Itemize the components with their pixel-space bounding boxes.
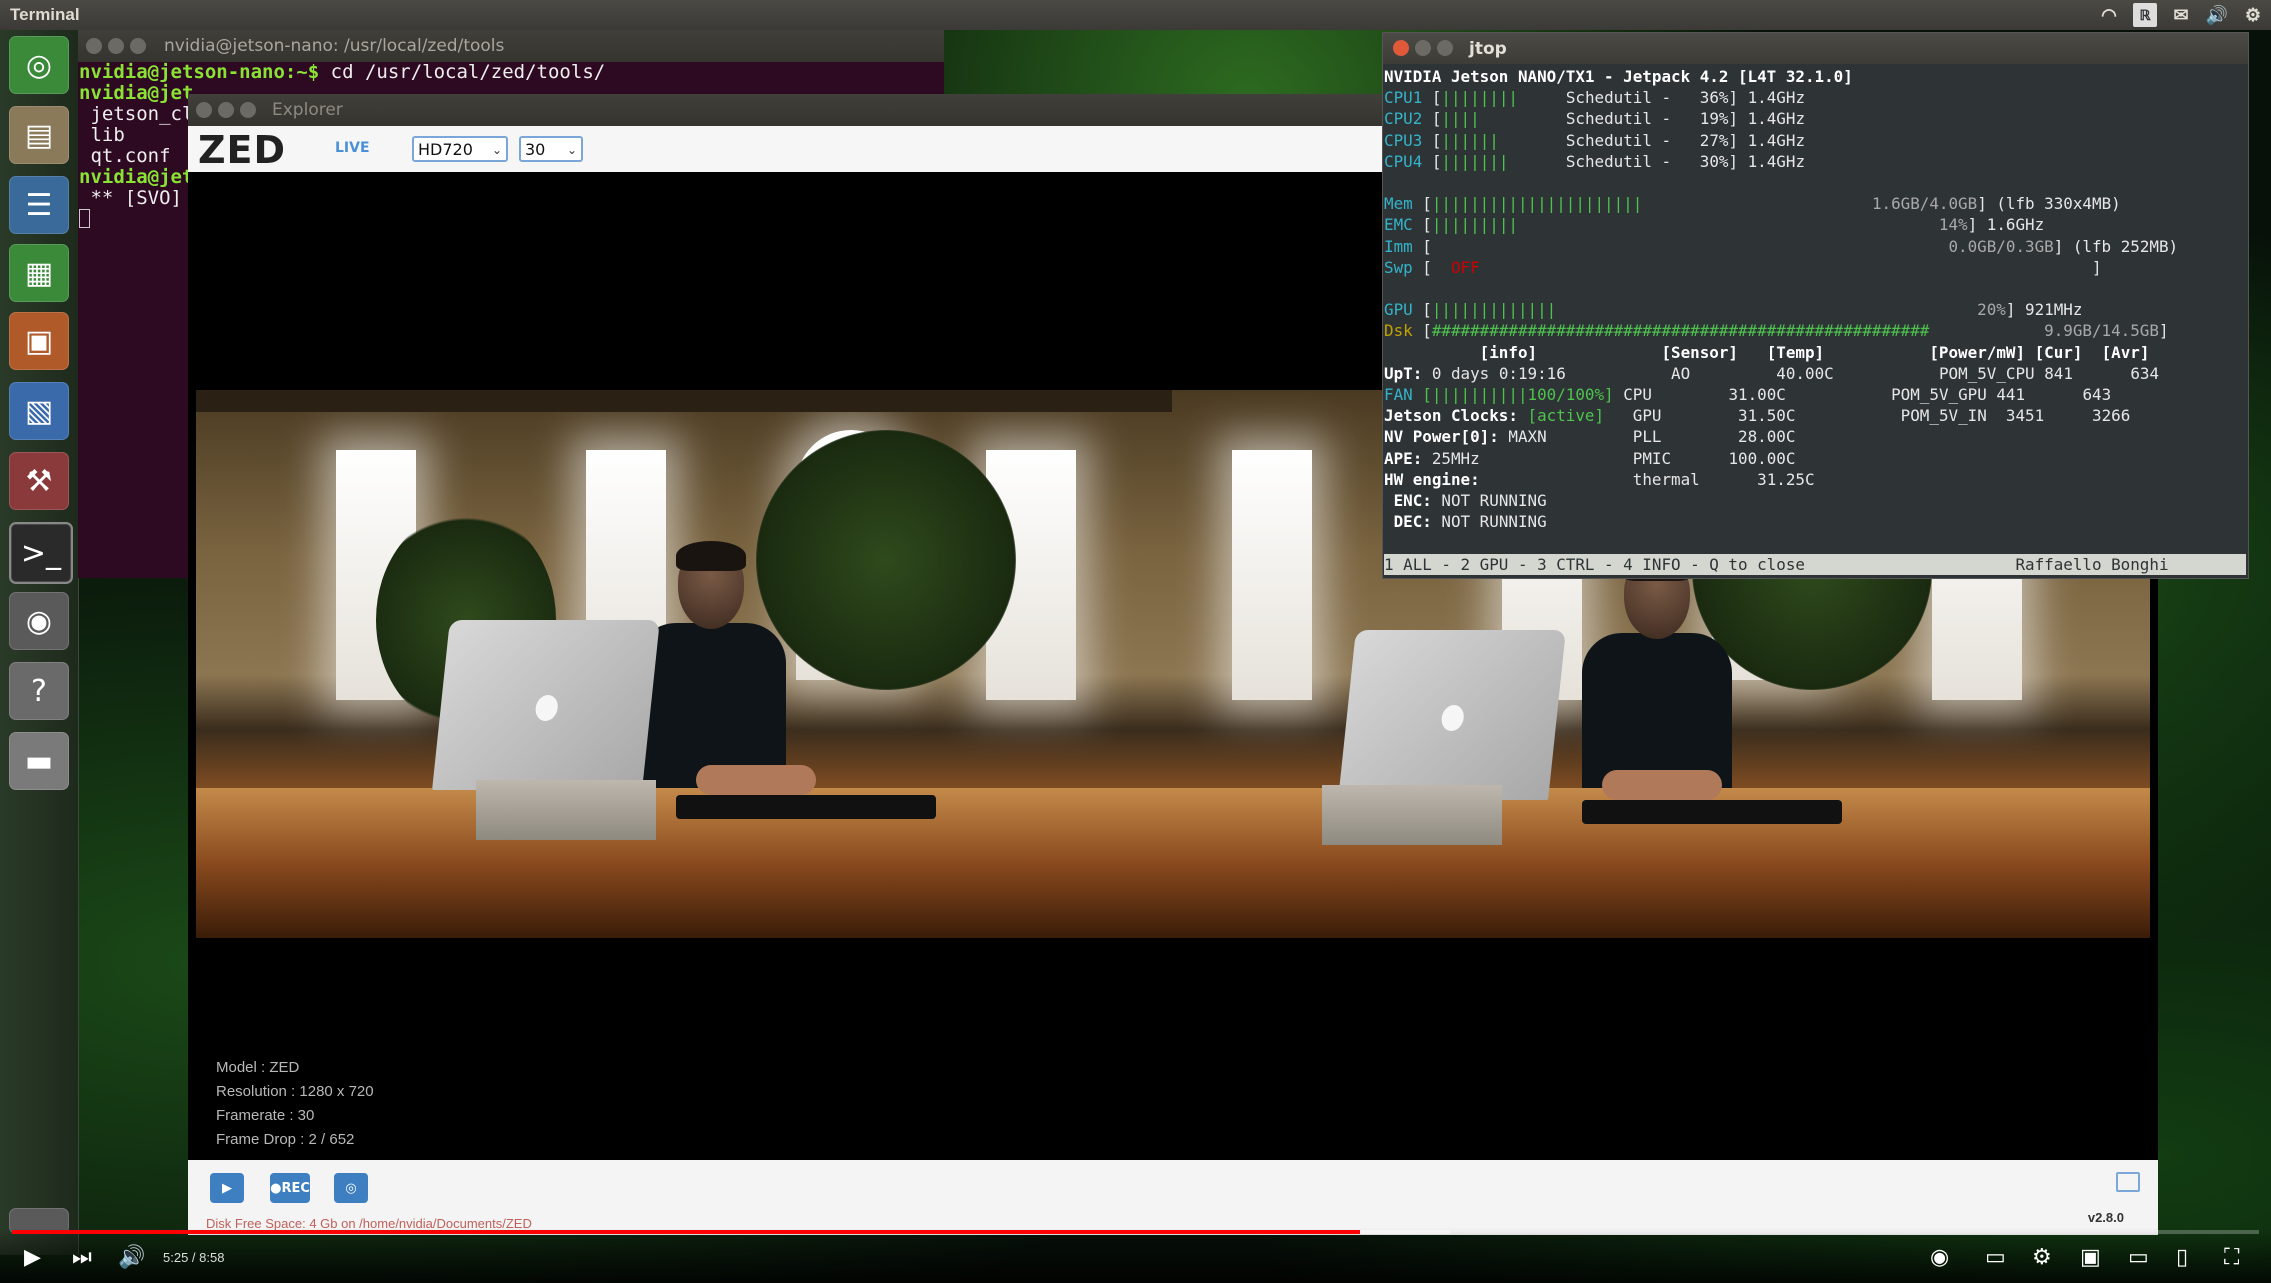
drive-icon[interactable]: ▬ <box>9 732 69 790</box>
info-row: ENC: NOT RUNNING <box>1384 491 1547 511</box>
terminal-icon[interactable]: >_ <box>9 522 73 584</box>
camera-info-overlay: Model : ZED Resolution : 1280 x 720 Fram… <box>216 1056 374 1152</box>
cpu-row: CPU1 [|||||||| Schedutil - 36%] 1.4GHz <box>1384 88 1806 108</box>
autoplay-toggle-icon[interactable]: ◉ <box>1930 1246 1949 1270</box>
system-tray: ◠ ℝ ✉ 🔊 ⚙ <box>2097 3 2265 27</box>
emc-row: EMC [||||||||| 14%] 1.6GHz <box>1384 215 2045 235</box>
software-center-icon[interactable]: ▧ <box>9 382 69 440</box>
terminal-titlebar[interactable]: nvidia@jetson-nano: /usr/local/zed/tools <box>78 30 944 62</box>
theater-mode-icon[interactable]: ▭ <box>2128 1246 2149 1270</box>
open-svo-button[interactable]: ▶ <box>210 1173 244 1203</box>
info-row: FAN [||||||||||100/100%] CPU 31.00C POM_… <box>1384 385 2112 405</box>
settings-icon[interactable]: ⚙ <box>2032 1246 2052 1270</box>
resolution-select[interactable]: HD720 ⌄ <box>412 136 508 162</box>
jtop-window: jtop NVIDIA Jetson NANO/TX1 - Jetpack 4.… <box>1382 32 2249 579</box>
zed-logo: ZED <box>198 128 287 172</box>
cpu-row: CPU3 [|||||| Schedutil - 27%] 1.4GHz <box>1384 130 1806 150</box>
model-info: Model : ZED <box>216 1059 300 1076</box>
camera-icon[interactable]: ◉ <box>9 592 69 650</box>
gear-icon[interactable]: ⚙ <box>2241 3 2265 27</box>
subtitles-icon[interactable]: ▭ <box>1985 1246 2006 1270</box>
files-icon[interactable]: ▤ <box>9 106 69 164</box>
video-player-controls: ▶ ⏭ 🔊 5:25 / 8:58 ◉ ▭ ⚙ ▣ ▭ ▯ ⛶ <box>0 1228 2271 1283</box>
left-camera-view <box>196 390 1172 938</box>
help-icon[interactable]: ? <box>9 662 69 720</box>
settings-icon[interactable]: ⚒ <box>9 452 69 510</box>
explorer-title: Explorer <box>272 100 343 120</box>
dsk-row: Dsk [###################################… <box>1384 321 2169 341</box>
record-button[interactable]: ●REC <box>270 1173 310 1203</box>
minimize-icon[interactable] <box>218 102 234 118</box>
played-bar <box>12 1230 1361 1234</box>
active-app-title: Terminal <box>10 5 80 24</box>
info-table-header: [info] [Sensor] [Temp] [Power/mW] [Cur] … <box>1479 342 2150 362</box>
cpu-row: CPU4 [||||||| Schedutil - 30%] 1.4GHz <box>1384 151 1806 171</box>
info-row: HW engine: thermal 31.25C <box>1384 469 1815 489</box>
close-icon[interactable] <box>196 102 212 118</box>
imm-row: Imm [ 0.0GB/0.3GB] (lfb 252MB) <box>1384 236 2179 256</box>
mail-icon[interactable]: ✉ <box>2169 3 2193 27</box>
mem-row: Mem [|||||||||||||||||||||| 1.6GB/4.0GB]… <box>1384 194 2121 214</box>
minimize-icon[interactable] <box>1415 40 1431 56</box>
fullscreen-icon[interactable]: ⛶ <box>2224 1246 2239 1270</box>
jtop-menu[interactable]: 1 ALL - 2 GPU - 3 CTRL - 4 INFO - Q to c… <box>1384 555 1805 574</box>
swp-row: Swp [ OFF ] <box>1384 257 2102 277</box>
maximize-icon[interactable] <box>240 102 256 118</box>
info-row: DEC: NOT RUNNING <box>1384 512 1547 532</box>
miniplayer-icon[interactable]: ▣ <box>2080 1246 2101 1270</box>
terminal-cursor <box>79 209 90 228</box>
framerate-info: Framerate : 30 <box>216 1107 315 1124</box>
terminal-line: nvidia@jetson-nano:~$ cd /usr/local/zed/… <box>79 61 606 83</box>
keyboard-layout-icon[interactable]: ℝ <box>2133 3 2157 27</box>
play-icon[interactable]: ▶ <box>24 1246 41 1270</box>
launcher: ◎ ▤ ☰ ▦ ▣ ▧ ⚒ >_ ◉ ? ▬ <box>0 30 79 1255</box>
jtop-author: Raffaello Bonghi <box>2015 554 2169 574</box>
next-icon[interactable]: ⏭ <box>72 1246 92 1270</box>
explorer-bottom-bar: ▶ ●REC ◎ Disk Free Space: 4 Gb on /home/… <box>188 1160 2158 1235</box>
info-row: UpT: 0 days 0:19:16 AO 40.00C POM_5V_CPU… <box>1384 363 2160 383</box>
gpu-row: GPU [||||||||||||| 20%] 921MHz <box>1384 300 2083 320</box>
impress-icon[interactable]: ▣ <box>9 312 69 370</box>
live-label[interactable]: LIVE <box>335 140 370 156</box>
terminal-title: nvidia@jetson-nano: /usr/local/zed/tools <box>164 36 505 56</box>
jtop-titlebar[interactable]: jtop <box>1383 33 2248 64</box>
chevron-down-icon: ⌄ <box>491 143 502 157</box>
fullscreen-icon[interactable] <box>2116 1172 2140 1192</box>
progress-bar[interactable] <box>12 1230 2259 1234</box>
dash-home-icon[interactable]: ◎ <box>9 36 69 94</box>
volume-icon[interactable]: 🔊 <box>2205 3 2229 27</box>
info-row: NV Power[0]: MAXN PLL 28.00C <box>1384 427 1796 447</box>
cpu-row: CPU2 [|||| Schedutil - 19%] 1.4GHz <box>1384 109 1806 129</box>
resolution-info: Resolution : 1280 x 720 <box>216 1083 374 1100</box>
jtop-status-bar: 1 ALL - 2 GPU - 3 CTRL - 4 INFO - Q to c… <box>1384 553 2246 575</box>
chevron-down-icon: ⌄ <box>566 143 577 157</box>
info-row: Jetson Clocks: [active] GPU 31.50C POM_5… <box>1384 406 2131 426</box>
time-display: 5:25 / 8:58 <box>163 1250 225 1265</box>
maximize-icon[interactable] <box>1437 40 1453 56</box>
writer-icon[interactable]: ☰ <box>9 176 69 234</box>
frame-drop-info: Frame Drop : 2 / 652 <box>216 1131 355 1148</box>
jtop-output[interactable]: NVIDIA Jetson NANO/TX1 - Jetpack 4.2 [L4… <box>1384 66 2246 575</box>
jtop-title: jtop <box>1469 39 1507 59</box>
jtop-header: NVIDIA Jetson NANO/TX1 - Jetpack 4.2 [L4… <box>1384 67 1853 86</box>
calc-icon[interactable]: ▦ <box>9 244 69 302</box>
snapshot-button[interactable]: ◎ <box>334 1173 368 1203</box>
top-panel: Terminal ◠ ℝ ✉ 🔊 ⚙ <box>0 0 2271 30</box>
close-icon[interactable] <box>86 38 102 54</box>
fps-select[interactable]: 30 ⌄ <box>519 136 583 162</box>
cast-icon[interactable]: ▯ <box>2176 1246 2188 1270</box>
volume-icon[interactable]: 🔊 <box>118 1246 145 1270</box>
minimize-icon[interactable] <box>108 38 124 54</box>
maximize-icon[interactable] <box>130 38 146 54</box>
version-label: v2.8.0 <box>2087 1210 2124 1225</box>
wifi-icon[interactable]: ◠ <box>2097 3 2121 27</box>
close-icon[interactable] <box>1393 40 1409 56</box>
info-row: APE: 25MHz PMIC 100.00C <box>1384 448 1796 468</box>
